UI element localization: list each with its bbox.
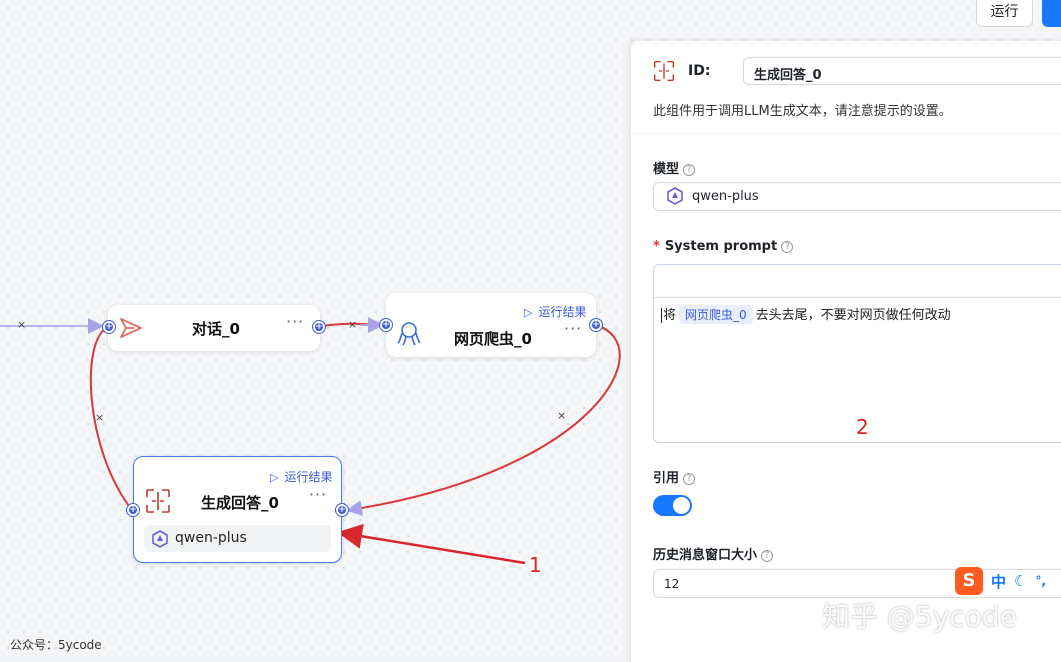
edge-delete-icon[interactable]: ×	[557, 409, 566, 422]
output-handle[interactable]: +	[590, 319, 602, 331]
model-label: 模型?	[653, 158, 696, 177]
model-icon	[151, 530, 169, 552]
octopus-icon	[396, 321, 422, 351]
edge-delete-icon[interactable]: ×	[17, 318, 26, 331]
model-name: qwen-plus	[175, 530, 247, 546]
annotation-arrow-1	[337, 523, 526, 565]
id-label: ID:	[688, 63, 711, 79]
sogou-logo-icon: S	[955, 567, 983, 595]
prompt-text[interactable]: 将网页爬虫_0 去头去尾，不要对网页做任何改动	[661, 304, 951, 324]
output-handle[interactable]: +	[313, 321, 325, 333]
system-prompt-label: * System prompt?	[653, 239, 794, 254]
node-dialog[interactable]: 对话_0 ···	[108, 305, 320, 351]
help-icon[interactable]: ?	[761, 550, 774, 562]
variable-tag[interactable]: 网页爬虫_0	[679, 305, 753, 324]
generate-icon	[653, 60, 675, 86]
more-options-button[interactable]: ···	[564, 319, 582, 338]
node-generate-answer[interactable]: ▷ 运行结果 生成回答_0 ··· qwen-plus	[133, 456, 342, 563]
node-title: 对话_0	[192, 320, 240, 338]
generate-icon	[145, 488, 171, 518]
ime-punctuation[interactable]: °,	[1035, 574, 1046, 588]
watermark: 知乎 @5ycode	[822, 600, 1017, 633]
edge-delete-icon[interactable]: ×	[95, 411, 104, 424]
model-select[interactable]: qwen-plus	[653, 182, 1061, 211]
node-title: 网页爬虫_0	[454, 330, 532, 348]
run-result-link[interactable]: ▷ 运行结果	[270, 468, 332, 485]
help-icon[interactable]: ?	[683, 473, 696, 485]
edge-delete-icon[interactable]: ×	[348, 318, 357, 331]
divider	[631, 133, 1061, 134]
quote-label: 引用?	[653, 467, 696, 486]
annotation-label-1: 1	[529, 553, 542, 577]
ime-language[interactable]: 中	[991, 571, 1006, 592]
input-handle[interactable]: +	[103, 321, 115, 333]
more-options-button[interactable]: ···	[309, 485, 327, 504]
history-window-label: 历史消息窗口大小?	[653, 544, 774, 563]
moon-icon[interactable]: ☾	[1014, 572, 1027, 590]
footer-note: 公众号：5ycode	[10, 638, 102, 652]
node-web-crawler[interactable]: ▷ 运行结果 网页爬虫_0 ···	[386, 293, 596, 357]
editor-toolbar-divider	[654, 297, 1061, 298]
help-icon[interactable]: ?	[683, 164, 696, 176]
component-description: 此组件用于调用LLM生成文本，请注意提示的设置。	[653, 104, 952, 119]
more-options-button[interactable]: ···	[286, 312, 304, 331]
model-icon	[666, 187, 684, 209]
run-result-link[interactable]: ▷ 运行结果	[524, 303, 586, 320]
model-chip: qwen-plus	[144, 525, 331, 552]
input-handle[interactable]: +	[380, 319, 392, 331]
id-input[interactable]: 生成回答_0	[743, 57, 1061, 85]
output-handle[interactable]: +	[336, 504, 348, 516]
model-select-value: qwen-plus	[692, 189, 759, 204]
node-title: 生成回答_0	[201, 494, 279, 512]
annotation-label-2: 2	[856, 415, 869, 439]
send-icon	[118, 316, 144, 344]
ime-toolbar[interactable]: S 中 ☾ °,	[955, 567, 1061, 595]
help-icon[interactable]: ?	[781, 241, 794, 253]
input-handle[interactable]: +	[127, 504, 139, 516]
quote-toggle[interactable]	[653, 495, 692, 516]
